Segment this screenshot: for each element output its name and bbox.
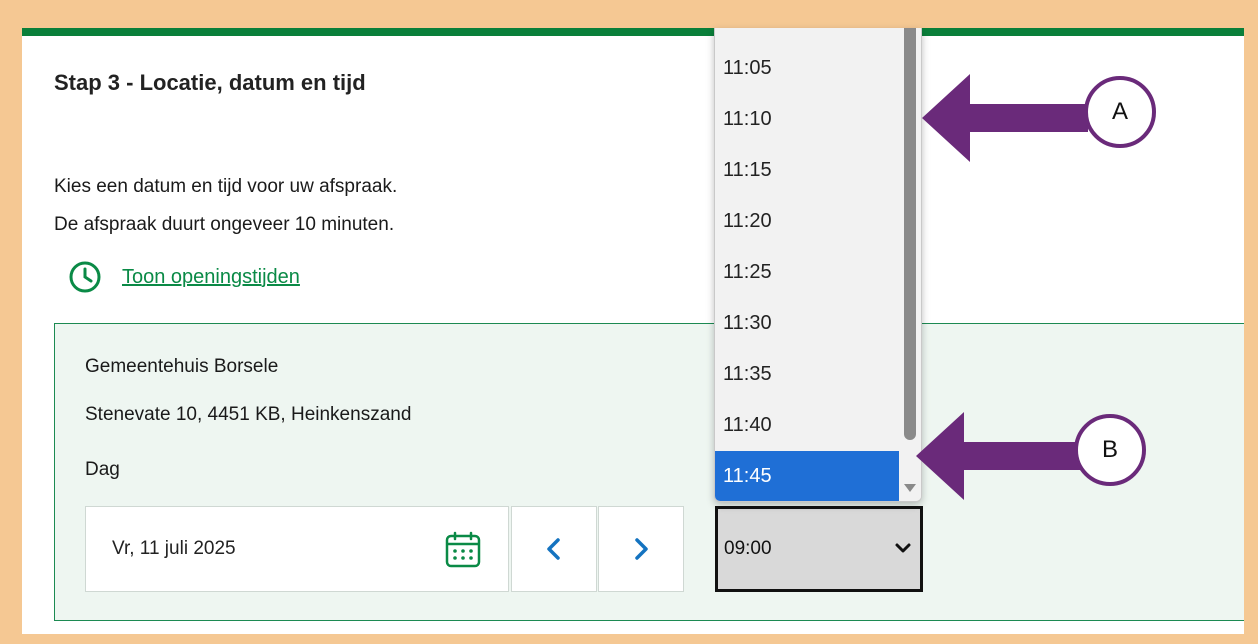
time-select[interactable]: 09:00 xyxy=(715,506,923,592)
time-select-value: 09:00 xyxy=(724,538,772,559)
location-name: Gemeentehuis Borsele xyxy=(85,356,279,377)
previous-day-button[interactable] xyxy=(511,506,597,592)
time-options-dropdown[interactable]: 11:05 11:10 11:15 11:20 11:25 11:30 11:3… xyxy=(714,28,922,502)
annotation-callout-b: B xyxy=(1074,414,1146,486)
chevron-down-icon xyxy=(895,543,911,553)
clock-icon xyxy=(69,261,101,293)
intro-line-2: De afspraak duurt ongeveer 10 minuten. xyxy=(54,214,395,235)
brand-top-bar xyxy=(22,28,1244,36)
day-label: Dag xyxy=(85,459,120,480)
chevron-right-icon xyxy=(635,538,648,560)
chevron-left-icon xyxy=(547,538,560,560)
intro-line-1: Kies een datum en tijd voor uw afspraak. xyxy=(54,176,398,197)
date-field[interactable]: Vr, 11 juli 2025 xyxy=(85,506,509,592)
step-title: Stap 3 - Locatie, datum en tijd xyxy=(54,70,366,95)
calendar-icon[interactable] xyxy=(444,531,482,569)
intro-text: Kies een datum en tijd voor uw afspraak.… xyxy=(54,168,397,244)
time-option[interactable]: 11:40 xyxy=(715,400,901,451)
annotation-arrow-b xyxy=(916,412,1082,500)
time-option[interactable]: 11:25 xyxy=(715,247,901,298)
annotation-arrow-a xyxy=(922,74,1088,162)
scrollbar-thumb[interactable] xyxy=(904,28,916,440)
time-option[interactable]: 11:05 xyxy=(715,43,901,94)
annotation-label-b: B xyxy=(1101,436,1118,463)
opening-hours-label[interactable]: Toon openingstijden xyxy=(122,266,300,289)
show-opening-hours-link[interactable]: Toon openingstijden xyxy=(68,260,300,294)
location-address: Stenevate 10, 4451 KB, Heinkenszand xyxy=(85,404,412,425)
time-option[interactable]: 11:35 xyxy=(715,349,901,400)
next-day-button[interactable] xyxy=(598,506,684,592)
time-option-selected[interactable]: 11:45 xyxy=(715,451,901,501)
time-option[interactable]: 11:30 xyxy=(715,298,901,349)
date-value: Vr, 11 juli 2025 xyxy=(112,538,236,559)
annotation-callout-a: A xyxy=(1084,76,1156,148)
time-option[interactable]: 11:15 xyxy=(715,145,901,196)
annotation-label-a: A xyxy=(1111,98,1128,125)
time-option[interactable]: 11:10 xyxy=(715,94,901,145)
time-option[interactable]: 11:20 xyxy=(715,196,901,247)
